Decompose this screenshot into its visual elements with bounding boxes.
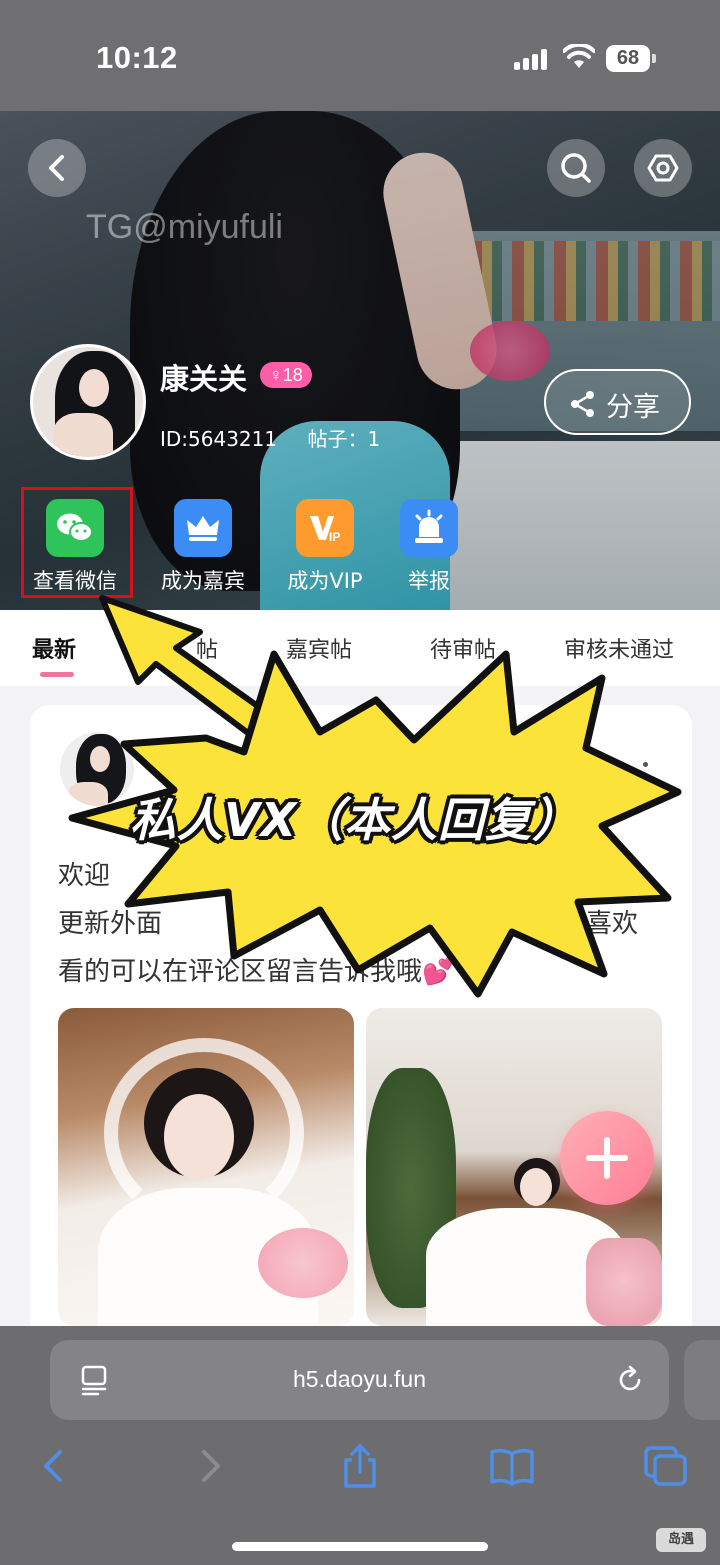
crown-glyph (187, 516, 219, 541)
reload-icon[interactable] (614, 1364, 646, 1396)
alarm-icon (400, 499, 458, 557)
next-tab-preview[interactable] (684, 1340, 720, 1420)
bookmarks-icon[interactable] (488, 1444, 536, 1488)
cellular-signal-icon (514, 48, 548, 70)
share-label: 分享 (606, 392, 660, 423)
watermark-text: TG@miyufuli (86, 208, 283, 246)
callout-text: 私人VX（本人回复） (130, 793, 580, 847)
photo-lily (258, 1228, 348, 1298)
address-bar[interactable]: h5.daoyu.fun (50, 1340, 669, 1420)
vip-glyph: IP (310, 516, 340, 544)
report-button[interactable]: 举报 (369, 497, 489, 597)
highlight-box (21, 487, 133, 598)
profile-meta: ID:5643211 帖子：1 (160, 423, 380, 452)
back-button[interactable] (28, 139, 86, 197)
vip-icon: IP (296, 499, 354, 557)
status-time: 10:12 (96, 40, 178, 75)
share-icon (571, 391, 594, 417)
settings-button[interactable] (634, 139, 692, 197)
photo-face (520, 1168, 552, 1206)
photo-flowers (586, 1238, 662, 1326)
battery-level: 68 (606, 45, 650, 72)
profile-name: 康关关 (160, 362, 248, 396)
home-indicator[interactable] (232, 1542, 488, 1551)
create-post-button[interactable] (560, 1111, 654, 1205)
url-text: h5.daoyu.fun (292, 1366, 426, 1392)
post-photo-1[interactable] (58, 1008, 354, 1326)
gear-icon (647, 154, 679, 182)
avatar[interactable] (30, 344, 146, 460)
forward-arrow-icon[interactable] (186, 1444, 234, 1488)
post-count: 帖子：1 (307, 427, 381, 451)
avatar-shoulder (53, 413, 113, 457)
avatar-face (79, 369, 109, 407)
wifi-icon (563, 44, 595, 68)
battery-tip (652, 54, 656, 63)
search-icon (561, 153, 591, 183)
share-button[interactable]: 分享 (544, 369, 691, 435)
watermark-logo: 岛遇 (656, 1528, 706, 1552)
back-arrow-icon[interactable] (30, 1444, 78, 1488)
svg-text:IP: IP (329, 530, 340, 544)
alarm-glyph (415, 509, 443, 543)
share-sheet-icon[interactable] (336, 1444, 384, 1488)
status-bar: 10:12 68 (0, 0, 720, 111)
age-badge: ♀18 (260, 362, 312, 388)
chevron-left-icon (49, 155, 64, 181)
tabs-icon[interactable] (642, 1444, 690, 1488)
action-label: 举报 (408, 569, 450, 593)
user-id: ID:5643211 (160, 427, 278, 451)
search-button[interactable] (547, 139, 605, 197)
crown-icon (174, 499, 232, 557)
plus-icon (586, 1137, 628, 1179)
